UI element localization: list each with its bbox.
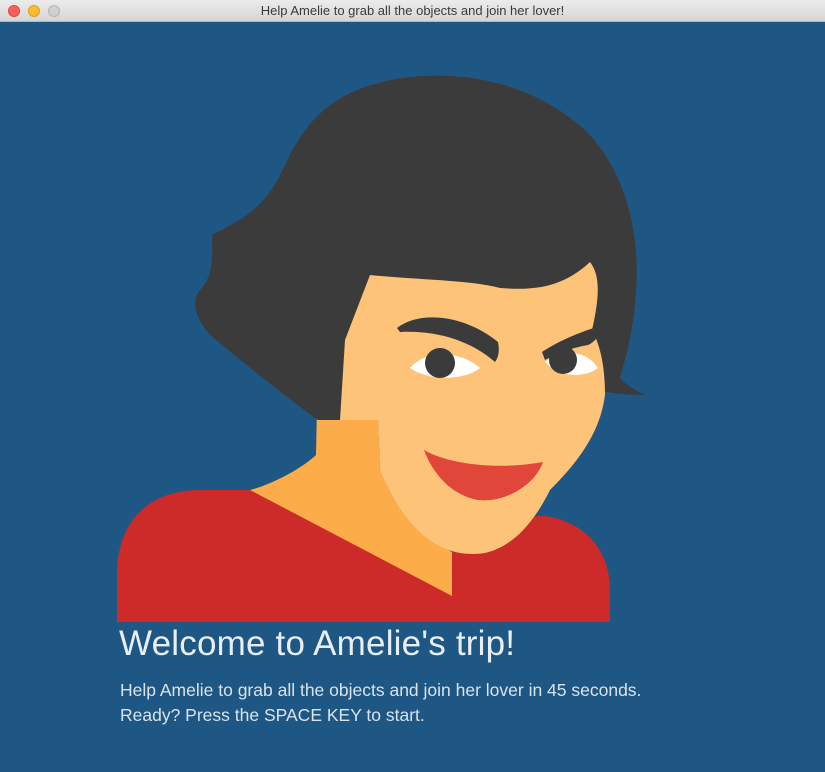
window-titlebar: Help Amelie to grab all the objects and … xyxy=(0,0,825,22)
game-window: Help Amelie to grab all the objects and … xyxy=(0,0,825,772)
instructions-text: Help Amelie to grab all the objects and … xyxy=(120,680,642,700)
start-prompt-text: Ready? Press the SPACE KEY to start. xyxy=(120,705,425,725)
right-eye-pupil xyxy=(549,346,577,374)
left-eye-pupil xyxy=(425,348,455,378)
window-title: Help Amelie to grab all the objects and … xyxy=(260,3,565,18)
amelie-illustration xyxy=(117,75,646,622)
welcome-heading: Welcome to Amelie's trip! xyxy=(119,624,516,663)
